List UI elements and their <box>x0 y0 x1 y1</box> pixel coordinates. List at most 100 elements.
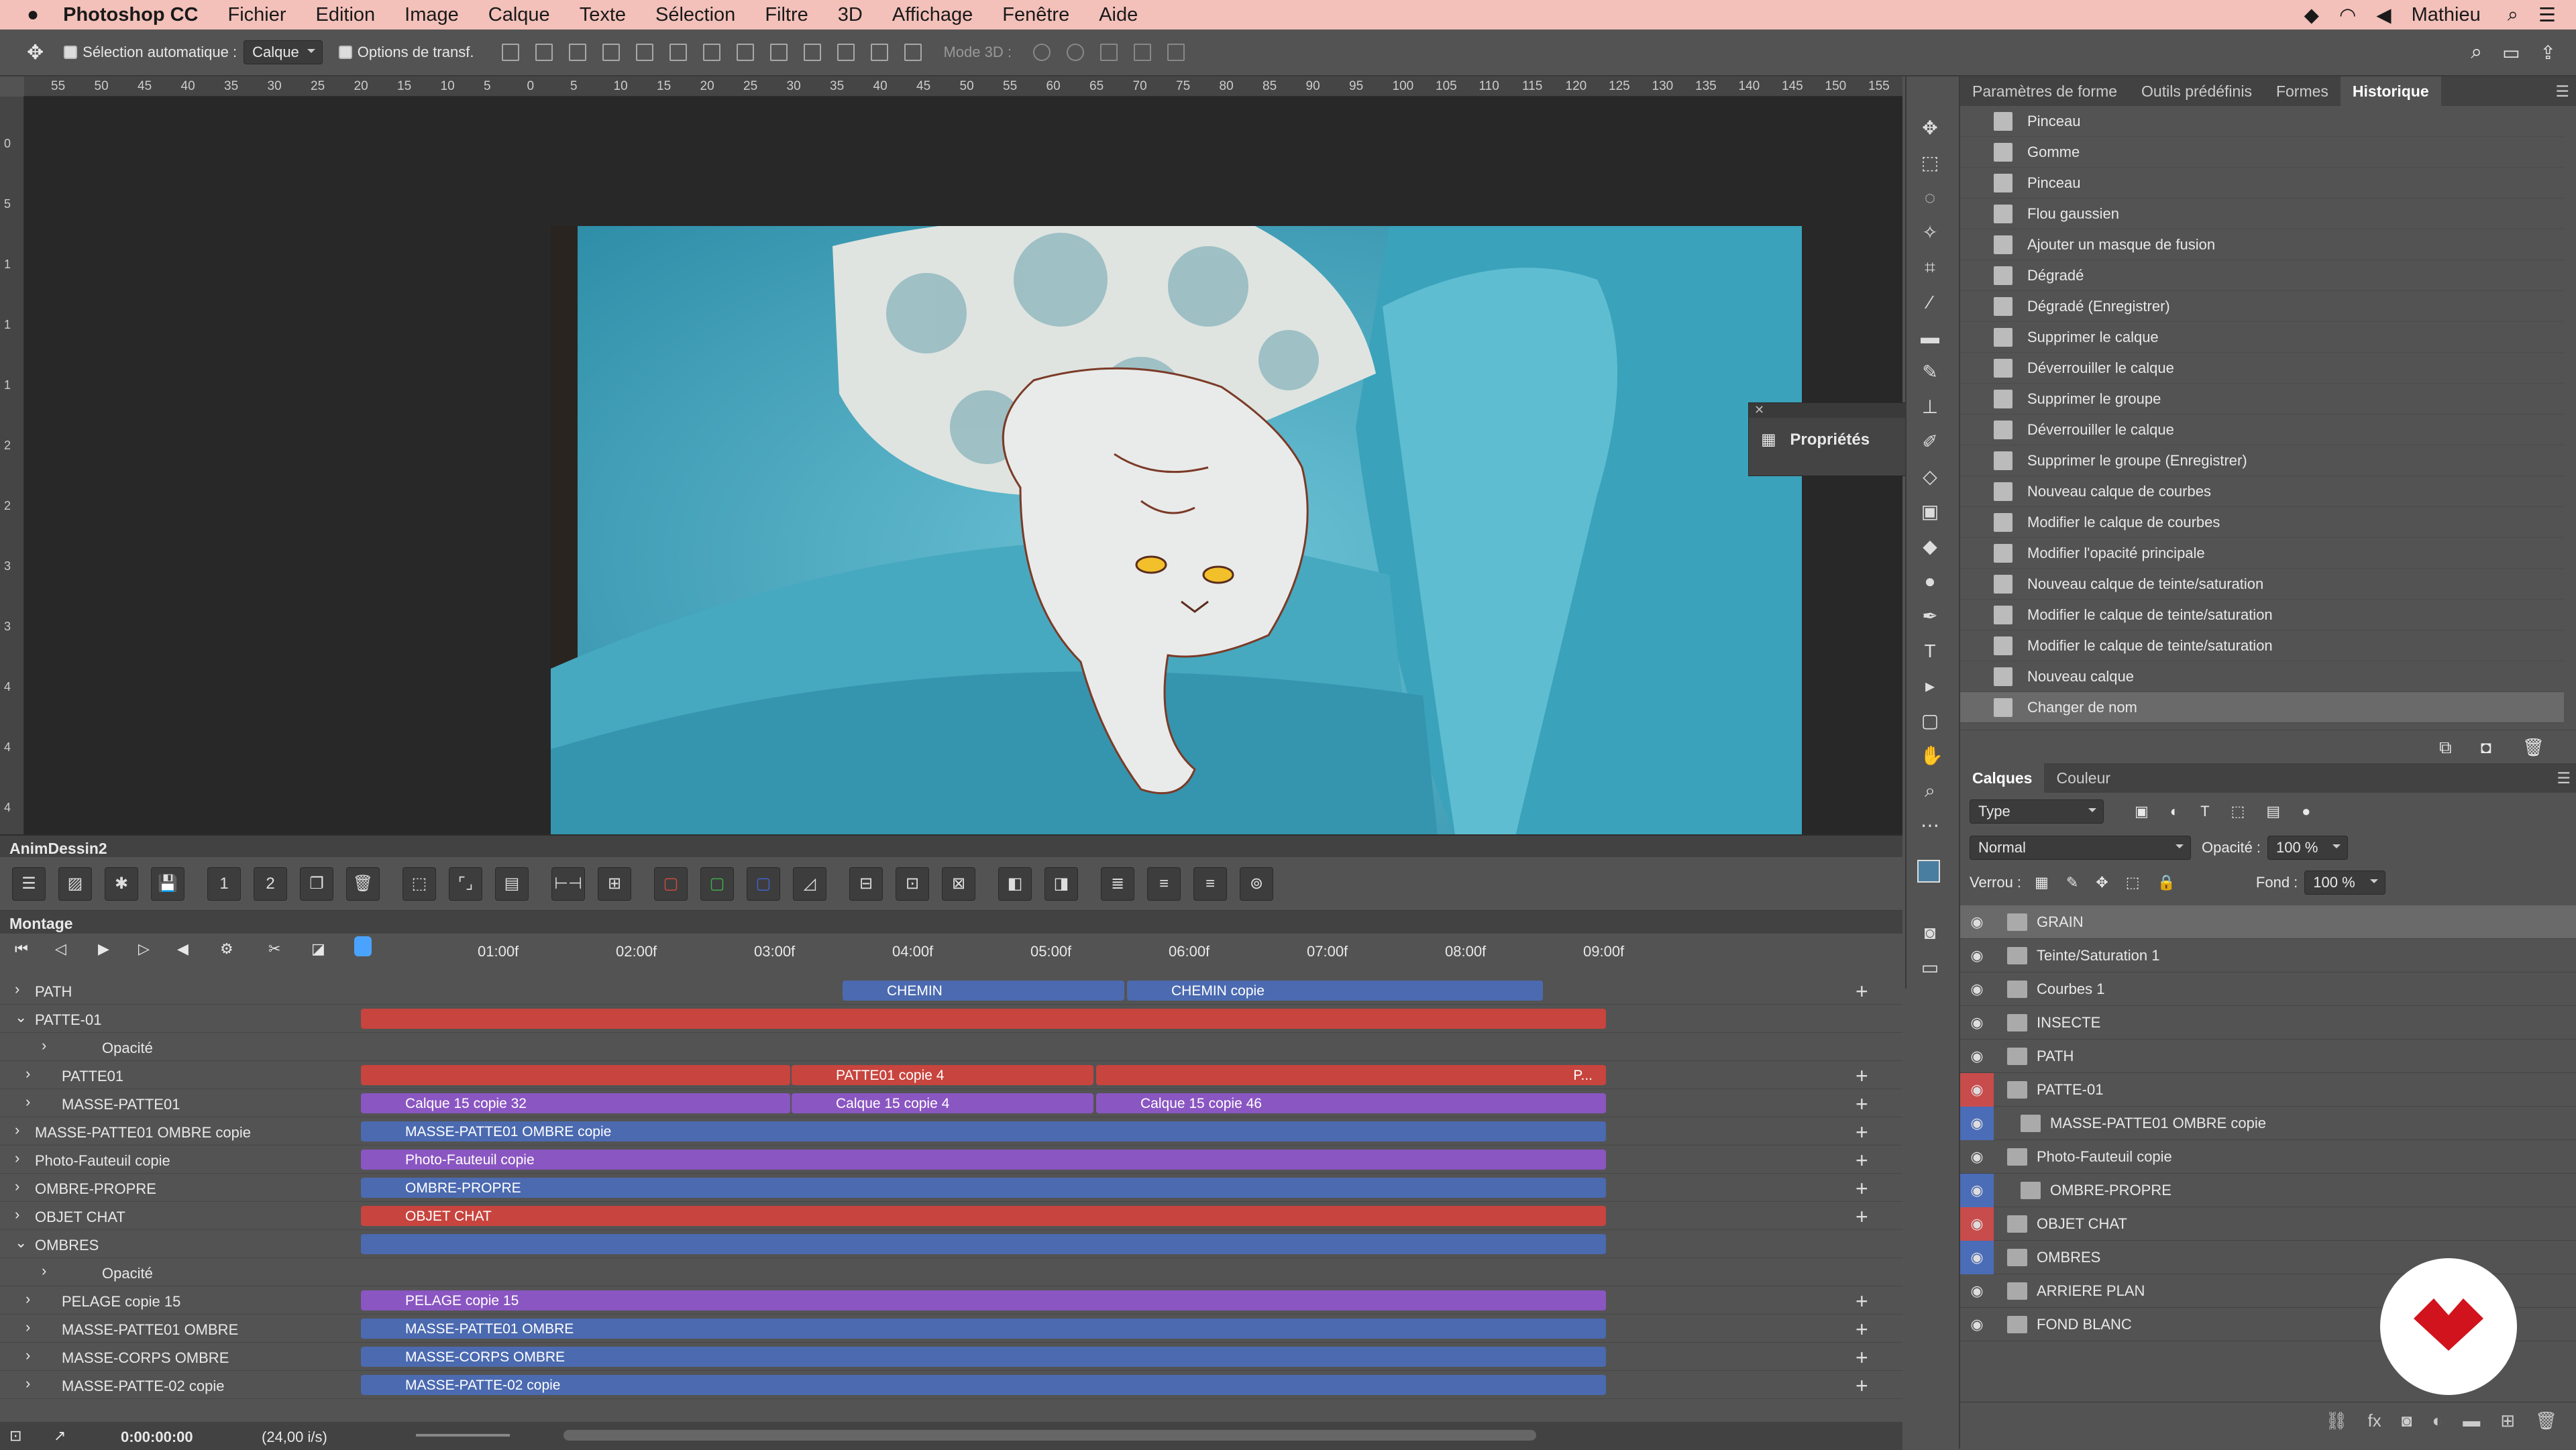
layer-row[interactable]: ◉ MASSE-PATTE01 OMBRE copie <box>1960 1106 2576 1140</box>
eye-icon[interactable]: ◉ <box>1960 1106 1994 1140</box>
distribute-right-icon[interactable] <box>871 44 889 61</box>
timeline-clip[interactable]: PELAGE copie 15 <box>361 1290 1606 1310</box>
distribute-top-icon[interactable] <box>703 44 721 61</box>
lock-all-icon[interactable]: 🔒 <box>2157 874 2176 891</box>
history-state[interactable]: Déverrouiller le calque <box>1960 353 2564 384</box>
chevron-right-icon[interactable]: › <box>25 1375 30 1392</box>
foreground-color-swatch[interactable] <box>1917 860 1940 883</box>
timeline-track[interactable]: OBJET CHAT › OBJET CHAT + <box>0 1202 1902 1230</box>
expand-icon[interactable]: ⊠ <box>942 867 975 901</box>
chevron-right-icon[interactable]: › <box>42 1037 46 1054</box>
history-state[interactable]: Pinceau <box>1960 106 2564 137</box>
right-align-icon[interactable]: ◨ <box>1044 867 1078 901</box>
distribute-icon[interactable]: ⊟ <box>849 867 883 901</box>
zoom-tool-icon[interactable]: ⌕ <box>1920 781 1940 801</box>
menu-texte[interactable]: Texte <box>580 4 626 26</box>
eye-icon[interactable]: ◉ <box>1960 1006 1994 1040</box>
tab-tool-presets[interactable]: Outils prédéfinis <box>2129 76 2264 106</box>
frame-1-icon[interactable]: 1 <box>207 867 241 901</box>
html-icon[interactable]: ≣ <box>1101 867 1134 901</box>
timeline-track[interactable]: Opacité › <box>0 1033 1902 1061</box>
timeline-clip[interactable]: Calque 15 copie 4 <box>792 1093 1093 1113</box>
menu-list-icon[interactable]: ☰ <box>2538 3 2556 27</box>
green-tag-icon[interactable]: ▢ <box>700 867 734 901</box>
tab-shape-params[interactable]: Paramètres de forme <box>1960 76 2129 106</box>
menu-affichage[interactable]: Affichage <box>892 4 973 26</box>
timeline-track[interactable]: MASSE-CORPS OMBRE › MASSE-CORPS OMBRE + <box>0 1343 1902 1371</box>
transform-checkbox[interactable] <box>338 46 352 59</box>
camera-3d-icon[interactable] <box>1167 44 1185 61</box>
link-layers-icon[interactable]: ⛓ <box>2326 1410 2348 1431</box>
select-icon[interactable]: ⬚ <box>402 867 436 901</box>
timeline-scrollbar[interactable] <box>564 1430 1536 1441</box>
save-icon[interactable]: 💾 <box>151 867 184 901</box>
history-state[interactable]: Dégradé <box>1960 260 2564 291</box>
timeline-track[interactable]: MASSE-PATTE01 OMBRE › MASSE-PATTE01 OMBRE + <box>0 1315 1902 1343</box>
left-align-icon[interactable]: ◧ <box>998 867 1032 901</box>
layer-row[interactable]: ◉ Photo-Fauteuil copie <box>1960 1140 2576 1174</box>
tab-layers[interactable]: Calques <box>1960 763 2045 793</box>
center-icon[interactable]: ⊡ <box>896 867 929 901</box>
screen-mode-icon[interactable]: ▭ <box>1920 958 1940 978</box>
align-center-icon[interactable] <box>636 44 654 61</box>
menu-edition[interactable]: Edition <box>316 4 376 26</box>
panel-menu-icon[interactable]: ☰ <box>2557 769 2571 787</box>
type-tool-icon[interactable]: T <box>1920 641 1940 661</box>
history-state[interactable]: Supprimer le groupe <box>1960 384 2564 414</box>
timeline-track[interactable]: MASSE-PATTE01 OMBRE copie › MASSE-PATTE01 … <box>0 1117 1902 1146</box>
align-top-icon[interactable] <box>502 44 520 61</box>
timeline-track[interactable]: PATTE-01 ⌄ <box>0 1005 1902 1033</box>
frame-2-icon[interactable]: 2 <box>254 867 287 901</box>
trash-icon[interactable]: 🗑 <box>2535 1410 2557 1431</box>
chevron-right-icon[interactable]: › <box>25 1319 30 1336</box>
blend-mode-dropdown[interactable]: Normal <box>1970 836 2191 860</box>
layer-row[interactable]: ◉ OMBRE-PROPRE <box>1960 1173 2576 1207</box>
add-media-icon[interactable]: + <box>1856 979 1868 1004</box>
layer-row[interactable]: ◉ PATTE-01 <box>1960 1072 2576 1107</box>
chevron-right-icon[interactable]: ⌄ <box>15 1009 27 1026</box>
filter-pixel-icon[interactable]: ▣ <box>2135 803 2149 820</box>
add-media-icon[interactable]: + <box>1856 1289 1868 1314</box>
timeline-clip[interactable] <box>361 1065 790 1085</box>
render-icon[interactable]: ↗ <box>54 1427 66 1445</box>
chevron-right-icon[interactable]: › <box>15 1178 19 1195</box>
fx-icon[interactable]: fx <box>2368 1410 2381 1431</box>
history-state[interactable]: Nouveau calque <box>1960 661 2564 692</box>
app-menu[interactable]: Photoshop CC <box>63 4 198 26</box>
frame-animation-icon[interactable]: ⊡ <box>9 1427 21 1445</box>
menu-3d[interactable]: 3D <box>838 4 863 26</box>
lock-pixels-icon[interactable]: ✎ <box>2066 874 2078 891</box>
quick-mask-icon[interactable]: ◙ <box>1920 923 1940 943</box>
insert-icon[interactable]: ⊢⊣ <box>551 867 585 901</box>
ruler-top[interactable]: 55 50 45 40 35 30 25 20 15 10 5 0 5 10 15 20 25 30 35 40 45 5… <box>24 76 1902 97</box>
add-media-icon[interactable]: + <box>1856 1205 1868 1229</box>
eyedropper-tool-icon[interactable]: ⁄ <box>1920 292 1940 313</box>
lasso-tool-icon[interactable]: ◌ <box>1920 188 1940 208</box>
distribute-bottom-icon[interactable] <box>770 44 788 61</box>
slide-3d-icon[interactable] <box>1133 44 1151 61</box>
chevron-right-icon[interactable]: › <box>15 1121 19 1139</box>
add-media-icon[interactable]: + <box>1856 1120 1868 1145</box>
roll-3d-icon[interactable] <box>1066 44 1084 61</box>
fill-field[interactable]: 100 % <box>2304 871 2385 895</box>
eraser-tool-icon[interactable]: ◇ <box>1920 467 1940 487</box>
chevron-right-icon[interactable]: › <box>15 981 19 998</box>
zoom-slider[interactable] <box>416 1434 510 1437</box>
chevron-right-icon[interactable]: › <box>15 1150 19 1167</box>
properties-panel-collapsed[interactable]: ✕ ▦ Propriétés <box>1748 402 1909 476</box>
timeline-clip[interactable] <box>361 1009 1606 1029</box>
orbit-3d-icon[interactable] <box>1032 44 1051 61</box>
history-state[interactable]: Gomme <box>1960 137 2564 168</box>
blur-tool-icon[interactable]: ◆ <box>1920 537 1940 557</box>
tab-shapes[interactable]: Formes <box>2264 76 2341 106</box>
lock-artboard-icon[interactable]: ⬚ <box>2126 874 2140 891</box>
shape-tool-icon[interactable]: ▢ <box>1920 711 1940 731</box>
brush-tool-icon[interactable]: ✎ <box>1920 362 1940 382</box>
add-media-icon[interactable]: + <box>1856 1374 1868 1398</box>
timeline-clip[interactable]: MASSE-PATTE01 OMBRE <box>361 1319 1606 1339</box>
history-state[interactable]: Nouveau calque de courbes <box>1960 476 2564 507</box>
menu-fichier[interactable]: Fichier <box>227 4 286 26</box>
chevron-right-icon[interactable]: › <box>25 1093 30 1111</box>
history-state[interactable]: Déverrouiller le calque <box>1960 414 2564 445</box>
fit-icon[interactable]: ⌜⌟ <box>449 867 482 901</box>
